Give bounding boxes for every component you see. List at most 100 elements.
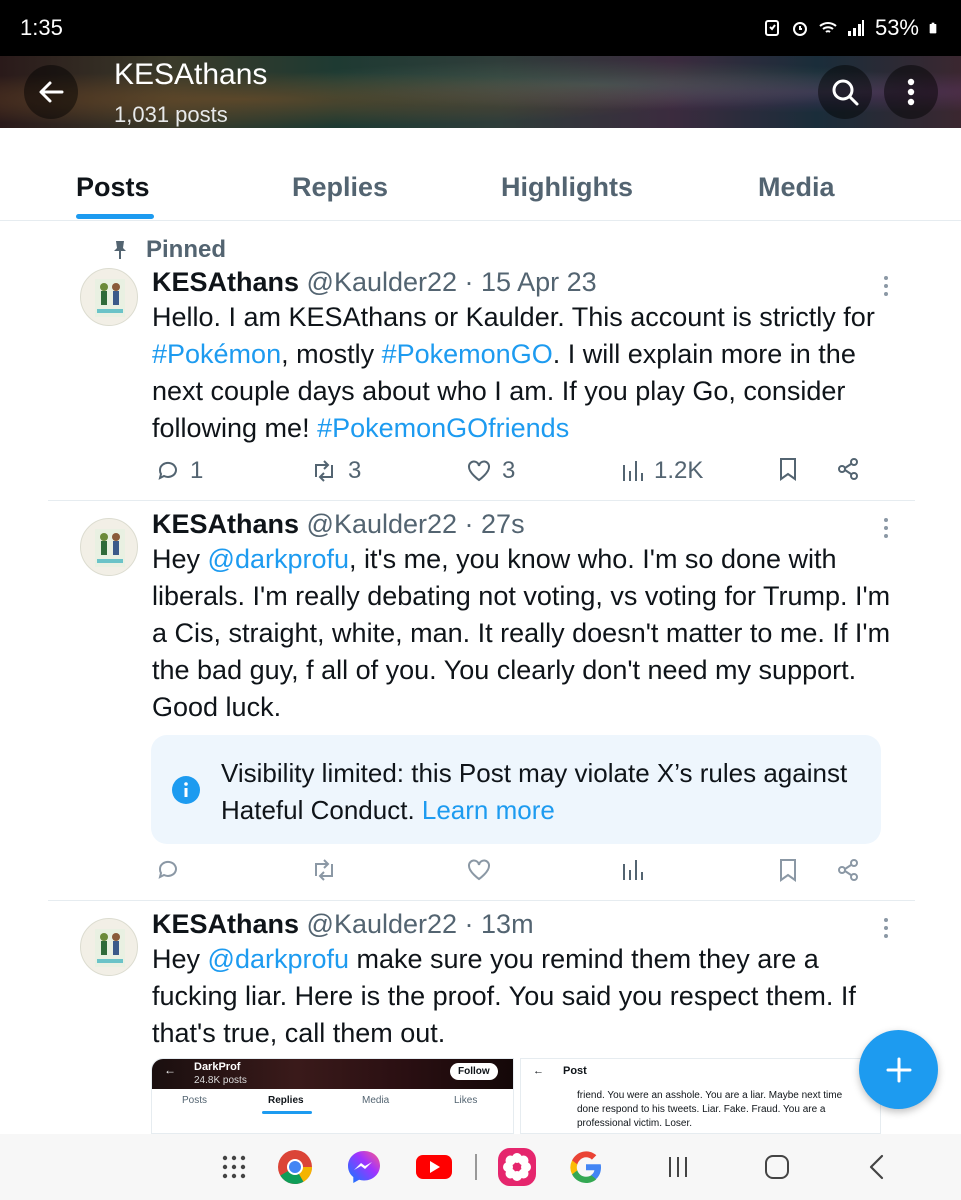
recents-button[interactable] xyxy=(658,1147,698,1187)
media-tab: Media xyxy=(362,1095,390,1106)
views-icon xyxy=(623,860,643,880)
active-tab-indicator xyxy=(76,214,154,219)
battery-percent: 53% xyxy=(874,15,919,40)
post-text-part: , mostly xyxy=(281,339,382,369)
search-button[interactable] xyxy=(818,65,872,119)
tab-replies[interactable]: Replies xyxy=(292,172,388,203)
info-icon xyxy=(172,776,200,804)
flower-icon xyxy=(498,1148,536,1186)
bookmark-button[interactable] xyxy=(778,457,798,481)
compose-button[interactable] xyxy=(859,1030,938,1109)
home-icon xyxy=(765,1155,789,1179)
google-icon xyxy=(570,1151,601,1183)
more-options-button[interactable] xyxy=(884,65,938,119)
notification-icon xyxy=(764,20,779,36)
like-button[interactable]: 3 xyxy=(466,457,515,485)
media-post-title: Post xyxy=(563,1065,587,1077)
tab-posts[interactable]: Posts xyxy=(76,172,150,203)
avatar-image-icon xyxy=(95,529,125,567)
views-icon xyxy=(623,461,643,481)
nav-separator xyxy=(475,1154,477,1180)
signal-icon xyxy=(847,20,864,36)
alarm-icon xyxy=(792,22,807,36)
status-icons: 53% xyxy=(763,15,941,41)
reply-button[interactable] xyxy=(156,858,180,882)
youtube-icon xyxy=(416,1155,452,1179)
post-divider xyxy=(48,900,915,901)
avatar-image-icon xyxy=(95,929,125,967)
repost-button[interactable] xyxy=(310,858,338,882)
avatar[interactable] xyxy=(80,518,138,576)
post-menu-icon[interactable] xyxy=(878,274,894,298)
bookmark-button[interactable] xyxy=(778,858,798,882)
mention-link[interactable]: @darkprofu xyxy=(208,944,349,974)
pinned-text: Pinned xyxy=(146,236,227,263)
back-arrow-icon: ← xyxy=(164,1063,176,1077)
author-handle-time: @Kaulder22 · 13m xyxy=(306,909,534,939)
hashtag-link[interactable]: #PokemonGOfriends xyxy=(317,413,569,443)
reply-button[interactable]: 1 xyxy=(156,457,203,485)
system-back-button[interactable] xyxy=(857,1147,897,1187)
like-button[interactable] xyxy=(466,858,492,882)
wifi-icon xyxy=(819,22,837,33)
post-text: Hey @darkprofu, it's me, you know who. I… xyxy=(152,541,892,726)
mention-link[interactable]: @darkprofu xyxy=(208,544,349,574)
author-name[interactable]: KESAthans xyxy=(152,909,299,939)
pinned-label: Pinned xyxy=(110,236,226,264)
author-name[interactable]: KESAthans xyxy=(152,509,299,539)
status-bar: 1:35 53% xyxy=(0,0,961,56)
media-tab-indicator xyxy=(262,1111,312,1114)
vertical-dots-icon xyxy=(907,78,915,106)
messenger-app[interactable] xyxy=(344,1147,384,1187)
repost-button[interactable]: 3 xyxy=(310,457,361,485)
pin-icon xyxy=(114,241,126,259)
profile-name: KESAthans xyxy=(114,58,268,91)
share-button[interactable] xyxy=(836,457,860,481)
status-time: 1:35 xyxy=(20,15,63,40)
media-image-profile[interactable]: ← DarkProf 24.8K posts Follow Posts Repl… xyxy=(151,1058,514,1134)
views-button[interactable]: 1.2K xyxy=(622,457,703,485)
google-app[interactable] xyxy=(566,1147,606,1187)
author-name[interactable]: KESAthans xyxy=(152,267,299,297)
post-text-part: Hello. I am KESAthans or Kaulder. This a… xyxy=(152,302,875,332)
author-handle-time: @Kaulder22 · 27s xyxy=(306,509,525,539)
tab-highlights[interactable]: Highlights xyxy=(501,172,633,203)
repost-icon xyxy=(315,460,333,482)
media-image-post[interactable]: ← Post friend. You were an asshole. You … xyxy=(520,1058,881,1134)
post-menu-icon[interactable] xyxy=(878,516,894,540)
media-tab: Posts xyxy=(182,1095,208,1106)
post-actions xyxy=(152,858,882,894)
tab-media[interactable]: Media xyxy=(758,172,835,203)
profile-tabs: Posts Replies Highlights Media xyxy=(0,128,961,221)
share-button[interactable] xyxy=(836,858,860,882)
bookmark-icon xyxy=(780,859,796,882)
home-button[interactable] xyxy=(757,1147,797,1187)
hashtag-link[interactable]: #PokemonGO xyxy=(382,339,553,369)
bookmark-icon xyxy=(780,458,796,481)
plus-icon xyxy=(886,1057,911,1082)
media-profile-name: DarkProf xyxy=(194,1061,241,1073)
reply-icon xyxy=(158,860,177,879)
heart-icon xyxy=(468,460,490,482)
learn-more-link[interactable]: Learn more xyxy=(422,795,555,825)
views-button[interactable] xyxy=(622,858,644,882)
repost-icon xyxy=(315,859,333,881)
post-author-line: KESAthans @Kaulder22 · 15 Apr 23 xyxy=(152,267,597,298)
avatar[interactable] xyxy=(80,268,138,326)
back-button[interactable] xyxy=(24,65,78,119)
gallery-app[interactable] xyxy=(497,1147,537,1187)
visibility-notice: Visibility limited: this Post may violat… xyxy=(151,735,881,844)
notice-text: Visibility limited: this Post may violat… xyxy=(221,755,861,829)
media-tab: Likes xyxy=(454,1095,478,1106)
avatar[interactable] xyxy=(80,918,138,976)
search-icon xyxy=(832,79,859,106)
chrome-app[interactable] xyxy=(275,1147,315,1187)
post-text: Hello. I am KESAthans or Kaulder. This a… xyxy=(152,299,892,447)
app-drawer-button[interactable] xyxy=(214,1147,254,1187)
avatar-image-icon xyxy=(95,279,125,317)
post-actions: 1 3 3 1.2K xyxy=(152,457,882,493)
post-menu-icon[interactable] xyxy=(878,916,894,940)
media-profile-posts: 24.8K posts xyxy=(194,1075,247,1086)
youtube-app[interactable] xyxy=(414,1147,454,1187)
hashtag-link[interactable]: #Pokémon xyxy=(152,339,281,369)
